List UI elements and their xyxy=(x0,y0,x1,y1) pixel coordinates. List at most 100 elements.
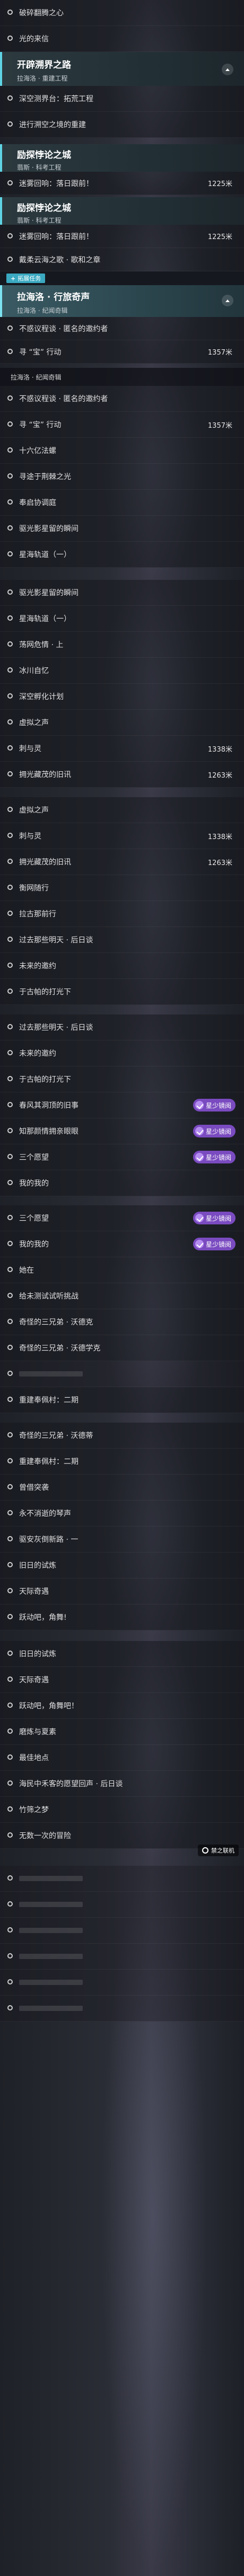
star-reading-badge[interactable]: 星少镜阅 xyxy=(193,1238,236,1250)
quest-row[interactable]: 冰川自忆 xyxy=(0,658,244,684)
quest-row[interactable]: 永不消逝的琴声 xyxy=(0,1501,244,1527)
quest-label: 我的我的 xyxy=(19,1240,49,1249)
quest-row[interactable]: 过去那些明天 · 后日谈 xyxy=(0,927,244,953)
tab-extension-quests[interactable]: + 拓展任务 xyxy=(6,274,46,283)
quest-row-unreadable[interactable] xyxy=(0,1866,244,1892)
quest-row[interactable]: 寻 “宝” 行动 1357米 xyxy=(0,340,244,364)
quest-dot-icon xyxy=(7,525,13,531)
quest-category-header[interactable]: 励探悖论之城 翡斯 · 科考工程 xyxy=(0,144,244,172)
quest-row[interactable]: 奉启协调庭 xyxy=(0,490,244,516)
quest-dot-icon xyxy=(7,10,13,15)
quest-row[interactable]: 进行溯空之境的重建 xyxy=(0,112,244,138)
quest-category-header-active[interactable]: 拉海洛 · 行旅奇声 拉海洛 · 纪闻奇辑 xyxy=(0,285,244,317)
quest-label: 奇怪的三兄弟 · 沃德蒂 xyxy=(19,1432,93,1440)
quest-row[interactable]: 荡网危情 · 上 xyxy=(0,632,244,658)
quest-category-header[interactable]: 励探悖论之城 翡斯 · 科考工程 xyxy=(0,197,244,225)
quest-list: 旧日的试炼 天际奇遇 跃动吧，角舞吧！ 磨炼与夏素 最佳地点 海民中禾客的愿望回… xyxy=(0,1641,244,1849)
quest-row[interactable]: 过去那些明天 · 后日谈 xyxy=(0,1014,244,1040)
quest-row[interactable]: 驱光影星留的瞬间 xyxy=(0,516,244,542)
unreadable-label-placeholder xyxy=(19,2006,83,2011)
quest-dot-icon xyxy=(7,233,13,239)
unreadable-label-placeholder xyxy=(19,1928,83,1933)
quest-row[interactable]: 知那颜情拥亲眼眼 星少镜阅 xyxy=(0,1118,244,1144)
quest-row[interactable]: 旧日的试炼 xyxy=(0,1552,244,1578)
quest-row[interactable]: 于古帕的打光下 xyxy=(0,1066,244,1092)
quest-dot-icon xyxy=(7,349,13,354)
quest-row[interactable]: 于古帕的打光下 xyxy=(0,979,244,1005)
quest-row[interactable]: 跃动吧，角舞吧！ xyxy=(0,1693,244,1719)
quest-row[interactable]: 虚拟之声 xyxy=(0,710,244,736)
quest-row-unreadable[interactable] xyxy=(0,1918,244,1944)
collapse-chevron-icon[interactable] xyxy=(222,295,233,306)
quest-dot-icon xyxy=(7,1180,13,1185)
star-reading-badge[interactable]: 星少镜阅 xyxy=(193,1099,236,1111)
star-reading-badge[interactable]: 星少镜阅 xyxy=(193,1212,236,1224)
quest-row[interactable]: 戴柔云海之歌 · 歌和之章 xyxy=(0,248,244,271)
quest-row[interactable]: 拥光藏茂的旧讯 1263米 xyxy=(0,849,244,875)
quest-row[interactable]: 破碎翻腾之心 xyxy=(0,0,244,26)
quest-row[interactable]: 拥光藏茂的旧讯 1263米 xyxy=(0,762,244,788)
quest-row[interactable]: 跃动吧，角舞! xyxy=(0,1604,244,1630)
quest-label: 未来的邀约 xyxy=(19,1049,56,1058)
quest-row[interactable]: 奇怪的三兄弟 · 沃德学克 xyxy=(0,1335,244,1361)
quest-row[interactable]: 深空测界台：拓荒工程 xyxy=(0,86,244,112)
quest-row[interactable]: 春风其洞顶的旧事 星少镜阅 xyxy=(0,1092,244,1118)
quest-row-unreadable[interactable] xyxy=(0,1892,244,1918)
quest-row-unreadable[interactable] xyxy=(0,1361,244,1387)
quest-row-unreadable[interactable] xyxy=(0,1996,244,2022)
quest-row[interactable]: 奇怪的三兄弟 · 沃德克 xyxy=(0,1309,244,1335)
quest-row[interactable]: 奇怪的三兄弟 · 沃德蒂 xyxy=(0,1423,244,1449)
quest-row[interactable]: 星海轨道（一） xyxy=(0,542,244,568)
star-reading-badge[interactable]: 星少镜阅 xyxy=(193,1125,236,1137)
quest-row[interactable]: 天际奇遇 xyxy=(0,1667,244,1693)
quest-row[interactable]: 我的我的 xyxy=(0,1170,244,1196)
badge-label: 星少镜阅 xyxy=(205,1240,231,1248)
quest-row[interactable]: 驱安灰倒新路 · 一 xyxy=(0,1527,244,1552)
quest-row[interactable]: 重建奉佩村：二期 xyxy=(0,1449,244,1475)
quest-row[interactable]: 磨炼与夏素 xyxy=(0,1719,244,1745)
quest-row[interactable]: 星海轨道（一） xyxy=(0,606,244,632)
quest-row[interactable]: 刺与灵 1338米 xyxy=(0,736,244,762)
quest-label: 破碎翻腾之心 xyxy=(19,9,64,17)
star-reading-badge[interactable]: 星少镜阅 xyxy=(193,1151,236,1163)
quest-row[interactable]: 不惑议程谈 · 匿名的邀约者 xyxy=(0,386,244,412)
quest-row[interactable]: 她在 xyxy=(0,1257,244,1283)
quest-row[interactable]: 旧日的试炼 xyxy=(0,1641,244,1667)
quest-row[interactable]: 我的我的 星少镜阅 xyxy=(0,1231,244,1257)
quest-row[interactable]: 海民中禾客的愿望回声 · 后日谈 xyxy=(0,1771,244,1797)
quest-dot-icon xyxy=(7,989,13,994)
quest-row-unreadable[interactable] xyxy=(0,1944,244,1970)
quest-row[interactable]: 深空孵化计划 xyxy=(0,684,244,710)
quest-row[interactable]: 虚拟之声 xyxy=(0,797,244,823)
quest-label: 光的来信 xyxy=(19,35,49,43)
quest-row[interactable]: 十六亿法螺 xyxy=(0,438,244,464)
collapse-chevron-icon[interactable] xyxy=(222,64,233,75)
quest-row[interactable]: 曾借突袭 xyxy=(0,1475,244,1501)
quest-row[interactable]: 寻途于荆棘之光 xyxy=(0,464,244,490)
quest-row[interactable]: 衡网随行 xyxy=(0,875,244,901)
quest-row[interactable]: 未来的邀约 xyxy=(0,1040,244,1066)
quest-row[interactable]: 重建奉佩村：二期 xyxy=(0,1387,244,1413)
quest-row[interactable]: 天际奇遇 xyxy=(0,1578,244,1604)
quest-row[interactable]: 光的来信 xyxy=(0,26,244,52)
quest-dot-icon xyxy=(7,745,13,751)
quest-row[interactable]: 拉古那前行 xyxy=(0,901,244,927)
quest-category-header[interactable]: 开辟溯界之路 拉海洛 · 重建工程 xyxy=(0,52,244,86)
quest-row[interactable]: 竹筛之梦 xyxy=(0,1797,244,1823)
quest-row[interactable]: 三个愿望 星少镜阅 xyxy=(0,1144,244,1170)
quest-row[interactable]: 刺与灵 1338米 xyxy=(0,823,244,849)
quest-row[interactable]: 三个愿望 星少镜阅 xyxy=(0,1205,244,1231)
quest-row-unreadable[interactable] xyxy=(0,1970,244,1996)
quest-row[interactable]: 迷雾回响：落日跟前！ 1225米 xyxy=(0,172,244,195)
quest-dot-icon xyxy=(7,1215,13,1220)
quest-label: 迷雾回响：落日跟前！ xyxy=(19,179,93,188)
quest-row[interactable]: 最佳地点 xyxy=(0,1745,244,1771)
quest-row[interactable]: 不惑议程谈 · 匿名的邀约者 xyxy=(0,317,244,340)
quest-label: 天际奇遇 xyxy=(19,1587,49,1596)
quest-row[interactable]: 未来的邀约 xyxy=(0,953,244,979)
quest-row[interactable]: 驱光影星留的瞬间 xyxy=(0,580,244,606)
quest-distance: 1357米 xyxy=(207,421,232,430)
quest-row[interactable]: 寻 “宝” 行动 1357米 xyxy=(0,412,244,438)
quest-row[interactable]: 迷雾回响：落日跟前！ 1225米 xyxy=(0,225,244,248)
quest-row[interactable]: 给未测试试听挑战 xyxy=(0,1283,244,1309)
